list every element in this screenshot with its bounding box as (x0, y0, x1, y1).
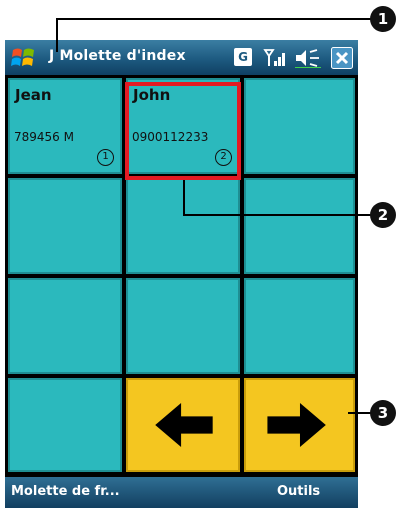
callout-2-line-horizontal (183, 214, 373, 216)
selected-contact-highlight (125, 82, 241, 180)
signal-icon[interactable] (263, 48, 289, 68)
window-title: J Molette d'index (49, 48, 186, 64)
arrow-left-icon (155, 402, 213, 448)
contact-number: 789456 M (14, 130, 74, 144)
callout-3-line (348, 412, 372, 414)
speaker-icon[interactable] (293, 48, 323, 68)
callout-1-line-horizontal (56, 18, 372, 20)
g-network-icon[interactable]: G (234, 48, 252, 66)
contact-name: Jean (15, 86, 52, 104)
contact-index-badge: 1 (97, 149, 114, 166)
callout-1-badge: 1 (370, 6, 396, 32)
softkey-left[interactable]: Molette de fr... (11, 484, 120, 499)
callout-2-badge: 2 (370, 202, 396, 228)
empty-cell[interactable] (244, 278, 355, 374)
next-page-button[interactable] (244, 378, 355, 472)
empty-cell[interactable] (8, 378, 122, 472)
arrow-right-icon (267, 402, 326, 448)
close-icon[interactable] (331, 47, 353, 69)
callout-1-line-vertical (56, 18, 58, 52)
empty-cell[interactable] (126, 278, 240, 374)
contact-grid: Jean 789456 M 1 John 0900112233 2 (5, 75, 358, 475)
pda-screen: J Molette d'index G Jean 789456 M 1 John… (5, 40, 358, 508)
callout-3-badge: 3 (370, 400, 396, 426)
contact-cell-jean[interactable]: Jean 789456 M 1 (8, 78, 122, 174)
empty-cell[interactable] (8, 178, 122, 274)
empty-cell[interactable] (8, 278, 122, 374)
empty-cell[interactable] (244, 178, 355, 274)
callout-2-line-vertical (183, 180, 185, 215)
menu-bar: Molette de fr... Outils (5, 477, 358, 508)
empty-cell[interactable] (244, 78, 355, 174)
softkey-tools[interactable]: Outils (277, 484, 320, 499)
windows-start-icon[interactable] (9, 44, 37, 72)
previous-page-button[interactable] (126, 378, 240, 472)
